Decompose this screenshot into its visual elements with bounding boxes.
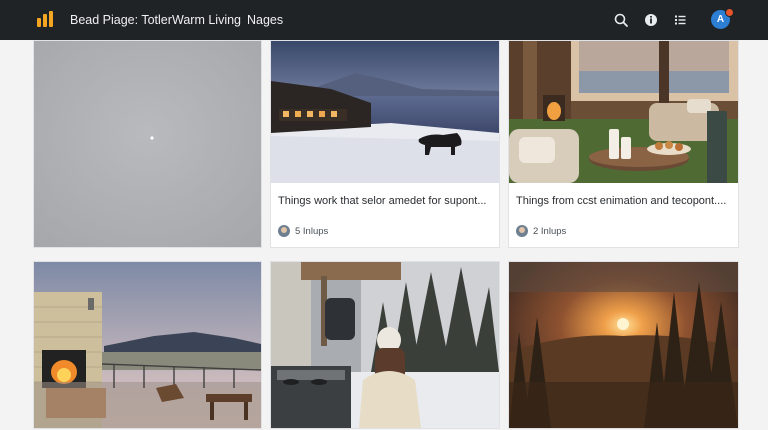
photo-card-sunset-forest[interactable]	[508, 261, 739, 429]
fog-photo	[34, 41, 261, 247]
card-caption[interactable]: Things work that selor amedet for supont…	[278, 195, 487, 207]
app-logo-icon[interactable]	[37, 11, 55, 27]
snowy-forest-photo	[271, 262, 499, 428]
notification-badge	[725, 8, 734, 17]
top-navigation-bar: Bead Piage: Totler Warm Living Nages A	[0, 0, 768, 40]
photo-card-fog[interactable]	[33, 40, 262, 248]
lake-lodge-photo	[271, 41, 499, 183]
info-icon[interactable]	[643, 12, 659, 28]
living-room-photo	[509, 41, 738, 183]
card-meta: 2 Inlups	[516, 225, 566, 237]
sunset-forest-photo	[509, 262, 738, 428]
author-avatar	[516, 225, 528, 237]
photo-card-patio[interactable]	[33, 261, 262, 429]
author-avatar	[278, 225, 290, 237]
list-icon[interactable]	[672, 12, 688, 28]
card-caption[interactable]: Things from ccst enimation and tecopont.…	[516, 195, 726, 207]
nav-item-warm-living[interactable]: Warm Living	[172, 0, 241, 40]
nav-item-bead-piage[interactable]: Bead Piage: Totler	[70, 0, 172, 40]
search-icon[interactable]	[613, 12, 629, 28]
photo-card-lake-lodge[interactable]: Things work that selor amedet for supont…	[270, 40, 500, 248]
nav-item-nages[interactable]: Nages	[247, 0, 283, 40]
inlups-count: 5 Inlups	[295, 225, 329, 237]
photo-card-living-room[interactable]: Things from ccst enimation and tecopont.…	[508, 40, 739, 248]
photo-card-snowy-forest[interactable]	[270, 261, 500, 429]
inlups-count: 2 Inlups	[533, 225, 567, 237]
patio-photo	[34, 262, 261, 428]
card-meta: 5 Inlups	[278, 225, 328, 237]
